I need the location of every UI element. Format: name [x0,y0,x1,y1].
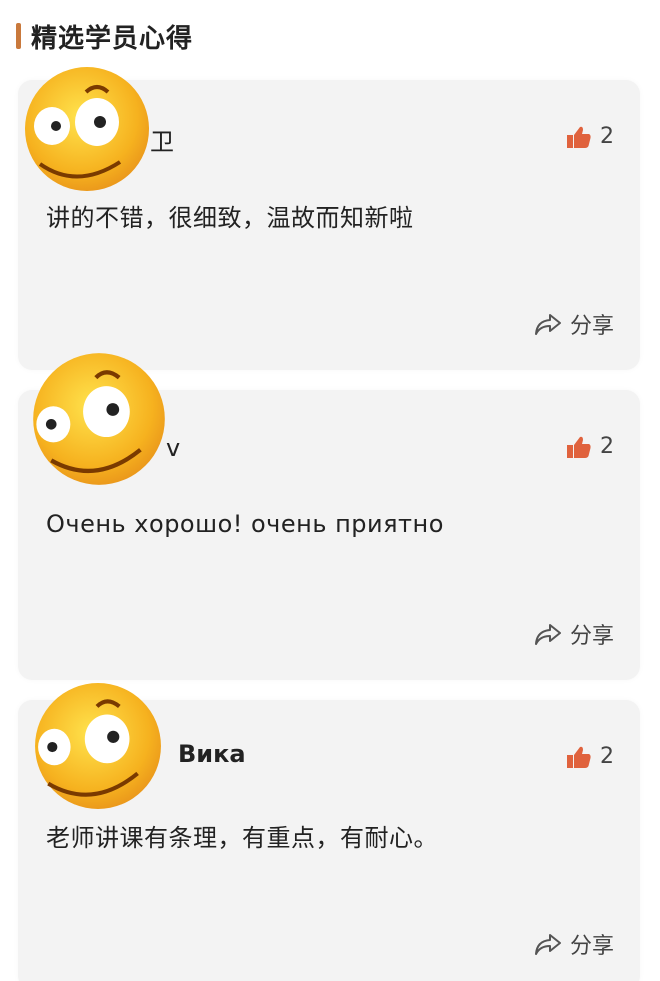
section-header: 精选学员心得 [16,18,193,54]
share-label: 分享 [569,314,614,339]
thumbs-up-icon [567,126,591,148]
review-card: 卫 2 讲的不错，很细致，温故而知新啦 分享 [18,67,640,370]
reviews-page: 精选学员心得 卫 2 讲的不错，很细致，温故而知新啦 分享 v 2 Очень … [0,0,660,981]
share-button[interactable]: 分享 [534,308,614,340]
thumbs-up-icon [567,436,591,458]
share-arrow-icon [534,314,561,335]
reviewer-name: Вика [178,740,246,768]
reviewer-name: v [166,434,181,462]
share-button[interactable]: 分享 [534,928,614,960]
review-comment: Очень хорошо! очень приятно [46,510,444,538]
review-comment: 讲的不错，很细致，温故而知新啦 [46,204,414,232]
like-button[interactable]: 2 [566,744,614,769]
review-card: v 2 Очень хорошо! очень приятно 分享 [18,353,640,680]
section-accent-bar [16,23,21,49]
share-label: 分享 [569,624,614,649]
like-button[interactable]: 2 [566,124,614,149]
thumbs-up-icon [567,746,591,768]
like-count: 2 [600,434,614,459]
review-card: Вика 2 老师讲课有条理，有重点，有耐心。 分享 [18,683,640,981]
share-label: 分享 [569,934,614,959]
share-button[interactable]: 分享 [534,618,614,650]
like-count: 2 [600,744,614,769]
reviewer-name: 卫 [150,128,174,156]
emoji-face-avatar [25,67,149,191]
like-count: 2 [600,124,614,149]
share-arrow-icon [534,934,561,955]
emoji-face-avatar [35,683,161,809]
share-arrow-icon [534,624,561,645]
emoji-face-avatar [33,353,165,485]
section-title: 精选学员心得 [31,23,194,54]
review-comment: 老师讲课有条理，有重点，有耐心。 [46,824,438,852]
like-button[interactable]: 2 [566,434,614,459]
